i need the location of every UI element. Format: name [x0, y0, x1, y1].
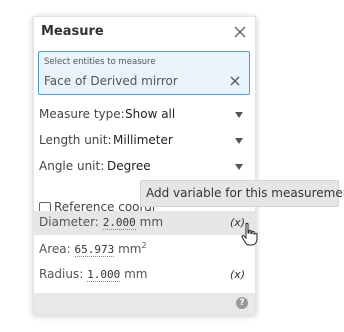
hand-cursor-icon: [241, 222, 258, 246]
measure-type-select[interactable]: Measure type: Show all: [39, 107, 249, 123]
area-unit-superscript: 2: [141, 241, 147, 250]
clear-icon[interactable]: [228, 74, 242, 88]
tooltip-text: Add variable for this measurement: [146, 186, 344, 200]
radius-unit: mm: [124, 267, 148, 281]
caret-down-icon: [235, 164, 243, 170]
diameter-text: Diameter: 2.000 mm: [39, 215, 164, 230]
panel-footer: ?: [34, 293, 255, 314]
close-icon[interactable]: [230, 22, 250, 42]
caret-down-icon: [235, 138, 243, 144]
measure-type-value: Show all: [125, 107, 176, 121]
angle-unit-select[interactable]: Angle unit: Degree: [39, 159, 249, 175]
result-row-diameter: Diameter: 2.000 mm (x): [34, 211, 255, 235]
diameter-value[interactable]: 2.000: [102, 216, 136, 230]
selection-label: Select entities to measure: [44, 57, 156, 67]
length-unit-value: Millimeter: [113, 133, 173, 147]
area-unit: mm: [118, 242, 142, 256]
selection-value: Face of Derived mirror: [44, 74, 178, 88]
length-unit-label: Length unit:: [39, 133, 112, 147]
panel-header: Measure: [34, 17, 255, 49]
angle-unit-label: Angle unit:: [39, 159, 105, 173]
area-value[interactable]: 65.973: [74, 243, 115, 257]
measure-type-label: Measure type:: [39, 107, 125, 121]
variable-icon[interactable]: (x): [230, 268, 245, 282]
area-label: Area:: [39, 242, 71, 256]
radius-text: Radius: 1.000 mm: [39, 267, 148, 282]
variable-tooltip: Add variable for this measurement: [140, 180, 344, 207]
selection-field[interactable]: Select entities to measure Face of Deriv…: [38, 51, 250, 95]
length-unit-select[interactable]: Length unit: Millimeter: [39, 133, 249, 149]
result-row-radius: Radius: 1.000 mm (x): [34, 263, 255, 287]
radius-label: Radius:: [39, 267, 84, 281]
diameter-label: Diameter:: [39, 215, 99, 229]
panel-title: Measure: [41, 24, 104, 39]
diameter-unit: mm: [139, 215, 164, 229]
radius-value[interactable]: 1.000: [87, 268, 121, 282]
angle-unit-value: Degree: [107, 159, 151, 173]
area-text: Area: 65.973 mm2: [39, 241, 147, 257]
result-row-area: Area: 65.973 mm2: [34, 237, 255, 261]
measure-panel: Measure Select entities to measure Face …: [33, 16, 256, 315]
caret-down-icon: [235, 112, 243, 118]
help-icon[interactable]: ?: [236, 297, 248, 309]
